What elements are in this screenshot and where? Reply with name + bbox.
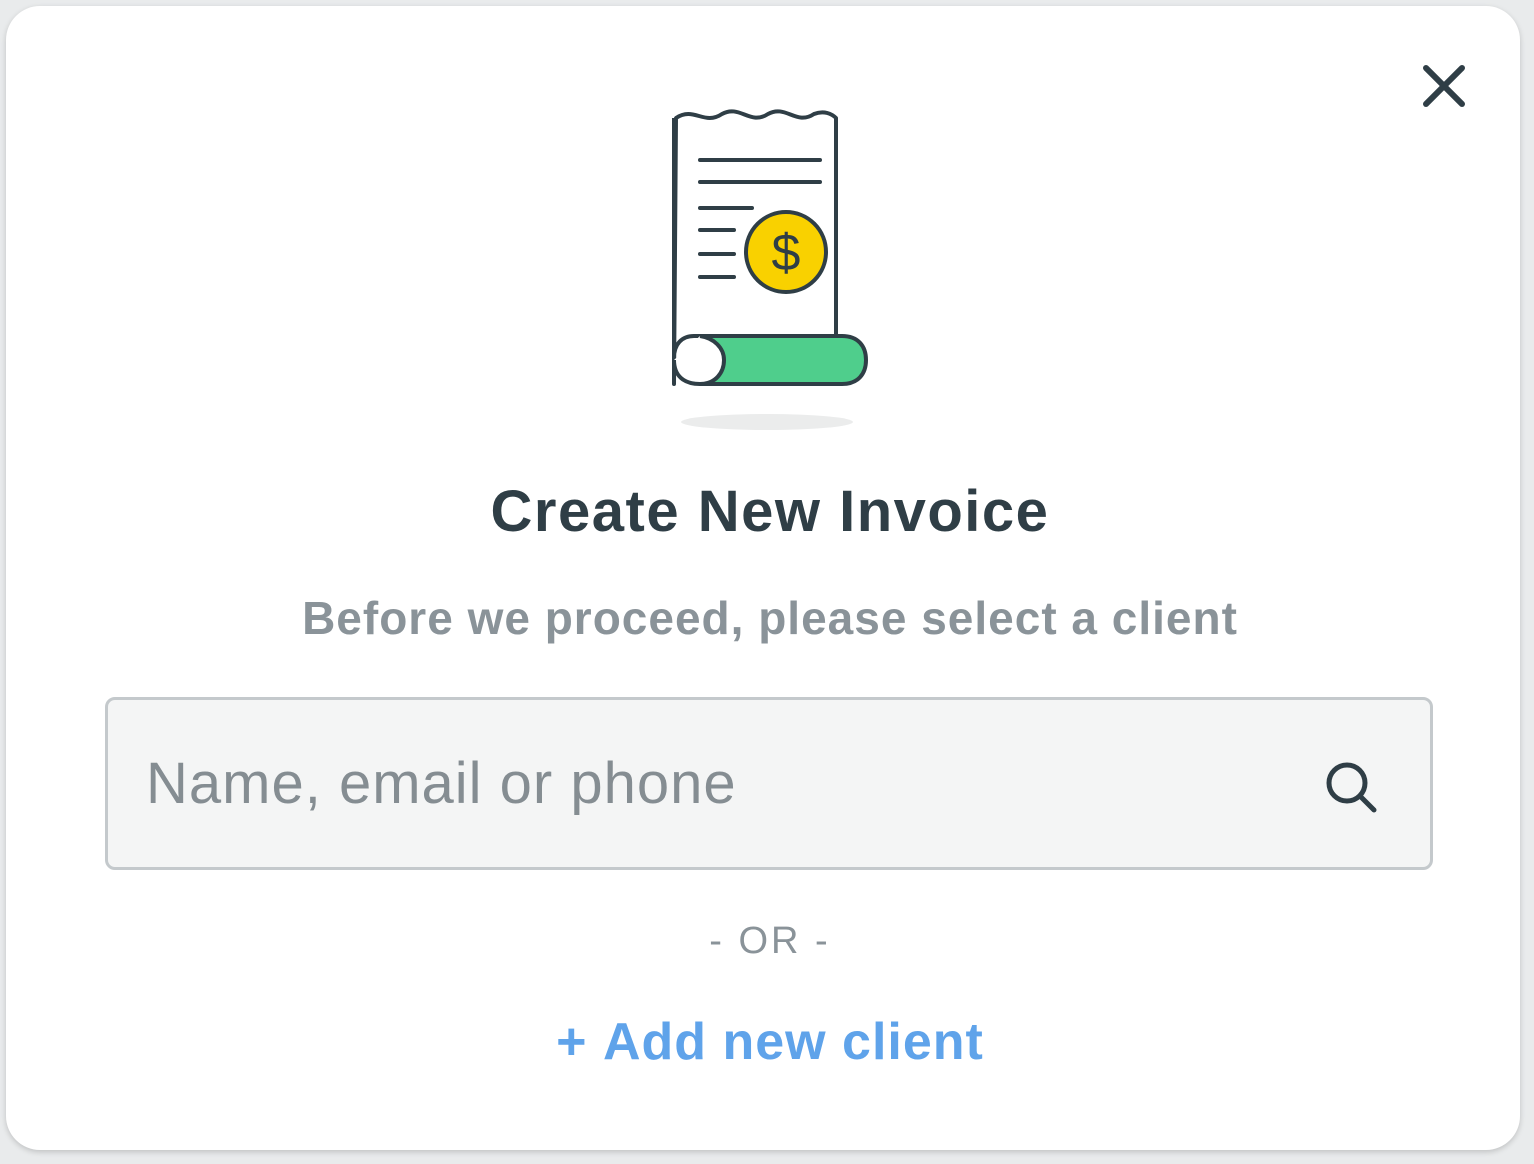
dialog-title: Create New Invoice	[490, 479, 1050, 544]
invoice-receipt-icon: $	[672, 109, 868, 430]
coin-symbol: $	[772, 224, 801, 282]
add-new-client-link[interactable]: + Add new client	[6, 1012, 1534, 1072]
client-search-input[interactable]	[146, 700, 1286, 867]
search-icon[interactable]	[1322, 758, 1382, 818]
close-icon	[1423, 65, 1465, 107]
add-new-client-label: Add new client	[602, 1013, 984, 1071]
create-invoice-dialog: $ Create New Invoice Before we proceed, …	[6, 6, 1520, 1150]
illustration-shadow	[681, 414, 853, 430]
plus-icon: +	[556, 1013, 588, 1071]
close-button[interactable]	[1414, 56, 1474, 116]
or-divider: - OR -	[709, 920, 831, 962]
dialog-subtitle: Before we proceed, please select a clien…	[302, 592, 1238, 644]
client-search-box	[105, 697, 1433, 870]
